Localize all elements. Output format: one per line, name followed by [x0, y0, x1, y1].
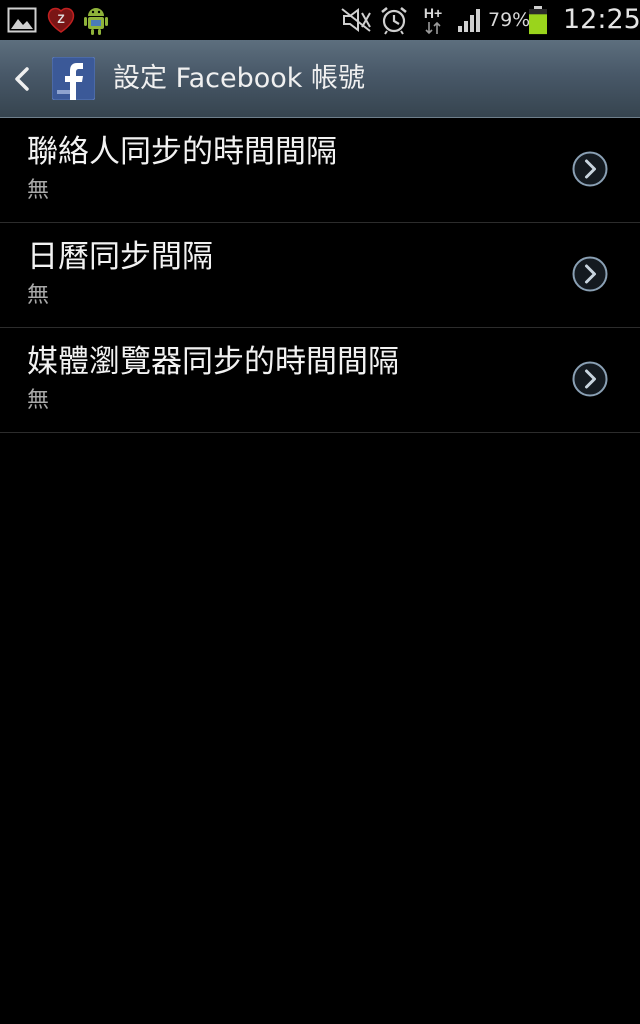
setting-media-browser-sync-interval[interactable]: 媒體瀏覽器同步的時間間隔 無 [0, 328, 640, 433]
hplus-network-icon: H+ [418, 0, 448, 40]
facebook-icon [51, 56, 96, 101]
chevron-left-icon [15, 66, 29, 91]
setting-title: 日曆同步間隔 [27, 239, 213, 275]
status-bar: Z H+ 79% 12:25 [0, 0, 640, 40]
signal-icon [455, 0, 485, 40]
svg-text:Z: Z [57, 12, 64, 26]
setting-calendar-sync-interval[interactable]: 日曆同步間隔 無 [0, 223, 640, 328]
chevron-right-circle-icon [572, 151, 608, 187]
alarm-icon [378, 0, 410, 40]
setting-contacts-sync-interval[interactable]: 聯絡人同步的時間間隔 無 [0, 118, 640, 223]
clock: 12:25 [563, 4, 640, 35]
chevron-right-circle-icon [572, 256, 608, 292]
page-title: 設定 Facebook 帳號 [113, 63, 366, 94]
battery-percent: 79% [488, 9, 531, 31]
network-type-label: H+ [423, 5, 443, 21]
setting-title: 聯絡人同步的時間間隔 [27, 134, 337, 170]
action-bar: 設定 Facebook 帳號 [0, 40, 640, 118]
settings-list: 聯絡人同步的時間間隔 無 日曆同步間隔 無 媒體瀏覽器同步的時間間隔 無 [0, 118, 640, 433]
mute-icon [339, 0, 373, 40]
setting-summary: 無 [27, 283, 50, 308]
android-robot-icon [81, 0, 111, 40]
setting-summary: 無 [27, 178, 50, 203]
setting-title: 媒體瀏覽器同步的時間間隔 [27, 344, 399, 380]
back-button[interactable] [0, 40, 44, 117]
zedge-icon: Z [45, 0, 77, 40]
battery-icon [525, 0, 551, 40]
gallery-icon [6, 0, 38, 40]
setting-summary: 無 [27, 388, 50, 413]
chevron-right-circle-icon [572, 361, 608, 397]
